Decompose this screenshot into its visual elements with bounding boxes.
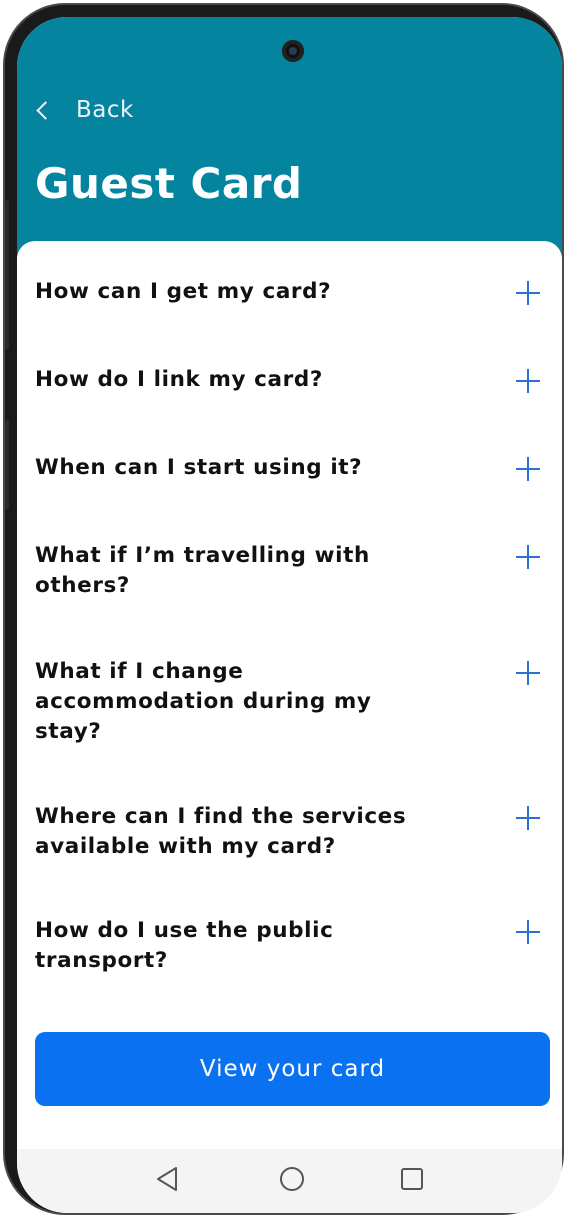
plus-icon[interactable] — [516, 457, 540, 481]
chevron-left-icon — [36, 100, 55, 120]
front-camera — [282, 40, 304, 62]
phone-side-button-bottom — [5, 420, 9, 510]
faq-item-link-card[interactable]: How do I link my card? — [35, 365, 540, 395]
faq-question: Where can I find the services available … — [35, 804, 407, 859]
faq-item-change-accommodation[interactable]: What if I change accommodation during my… — [35, 657, 540, 747]
home-circle-icon[interactable] — [276, 1163, 308, 1195]
header: Back Guest Card — [17, 17, 562, 257]
faq-question: When can I start using it? — [35, 455, 363, 480]
plus-icon[interactable] — [516, 920, 540, 944]
back-label: Back — [76, 97, 134, 123]
screen: Back Guest Card How can I get my card? H… — [17, 17, 562, 1213]
faq-list: How can I get my card? How do I link my … — [17, 241, 562, 1161]
plus-icon[interactable] — [516, 806, 540, 830]
faq-question: What if I change accommodation during my… — [35, 659, 372, 744]
faq-question: How do I link my card? — [35, 367, 323, 392]
faq-item-services[interactable]: Where can I find the services available … — [35, 802, 540, 862]
phone-frame: Back Guest Card How can I get my card? H… — [3, 3, 564, 1215]
page-title: Guest Card — [35, 159, 303, 208]
faq-question: How can I get my card? — [35, 279, 332, 304]
faq-question: How do I use the public transport? — [35, 918, 334, 973]
faq-question: What if I’m travelling with others? — [35, 543, 370, 598]
phone-side-button-top — [5, 200, 9, 350]
back-triangle-icon[interactable] — [152, 1163, 184, 1195]
plus-icon[interactable] — [516, 545, 540, 569]
plus-icon[interactable] — [516, 281, 540, 305]
system-nav-bar — [17, 1149, 562, 1213]
plus-icon[interactable] — [516, 369, 540, 393]
back-button[interactable]: Back — [35, 95, 134, 125]
faq-item-travelling-with-others[interactable]: What if I’m travelling with others? — [35, 541, 540, 601]
view-card-button[interactable]: View your card — [35, 1032, 550, 1106]
faq-item-start-using[interactable]: When can I start using it? — [35, 453, 540, 483]
faq-item-get-card[interactable]: How can I get my card? — [35, 277, 540, 307]
recents-square-icon[interactable] — [396, 1163, 428, 1195]
plus-icon[interactable] — [516, 661, 540, 685]
faq-item-public-transport[interactable]: How do I use the public transport? — [35, 916, 540, 976]
